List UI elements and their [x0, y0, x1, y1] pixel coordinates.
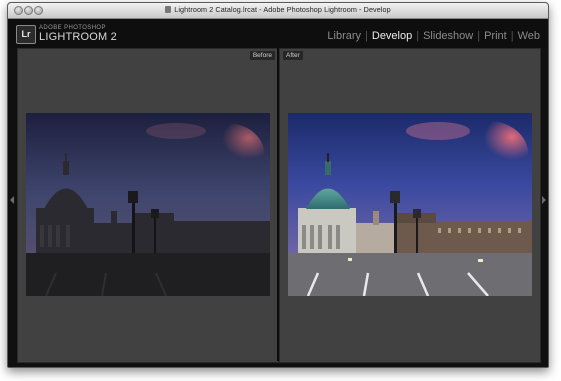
after-pane: After — [279, 48, 541, 363]
before-pane: Before — [17, 48, 279, 363]
window-title: Lightroom 2 Catalog.lrcat - Adobe Photos… — [174, 5, 391, 14]
identity-plate: Lr ADOBE PHOTOSHOP LIGHTROOM 2 Library | D… — [8, 19, 548, 48]
after-label: After — [283, 51, 303, 60]
after-photo[interactable] — [288, 113, 532, 296]
app-window: Lightroom 2 Catalog.lrcat - Adobe Photos… — [7, 2, 549, 368]
module-picker: Library | Develop | Slideshow | Print | Web — [327, 30, 540, 42]
lightroom-logo: Lr — [16, 25, 36, 44]
module-library[interactable]: Library — [327, 30, 361, 42]
develop-workspace: Before After — [8, 48, 548, 367]
title-bar: Lightroom 2 Catalog.lrcat - Adobe Photos… — [8, 3, 548, 19]
window-title-container: Lightroom 2 Catalog.lrcat - Adobe Photos… — [8, 5, 548, 14]
before-label: Before — [249, 51, 275, 60]
right-panel-arrow-icon[interactable] — [542, 196, 546, 204]
module-print[interactable]: Print — [484, 30, 507, 42]
module-slideshow[interactable]: Slideshow — [423, 30, 473, 42]
brand-title: LIGHTROOM 2 — [39, 31, 117, 43]
module-develop[interactable]: Develop — [372, 30, 412, 42]
left-panel-arrow-icon[interactable] — [10, 196, 14, 204]
before-photo[interactable] — [26, 113, 270, 296]
doc-icon — [165, 6, 172, 13]
module-web[interactable]: Web — [518, 30, 540, 42]
